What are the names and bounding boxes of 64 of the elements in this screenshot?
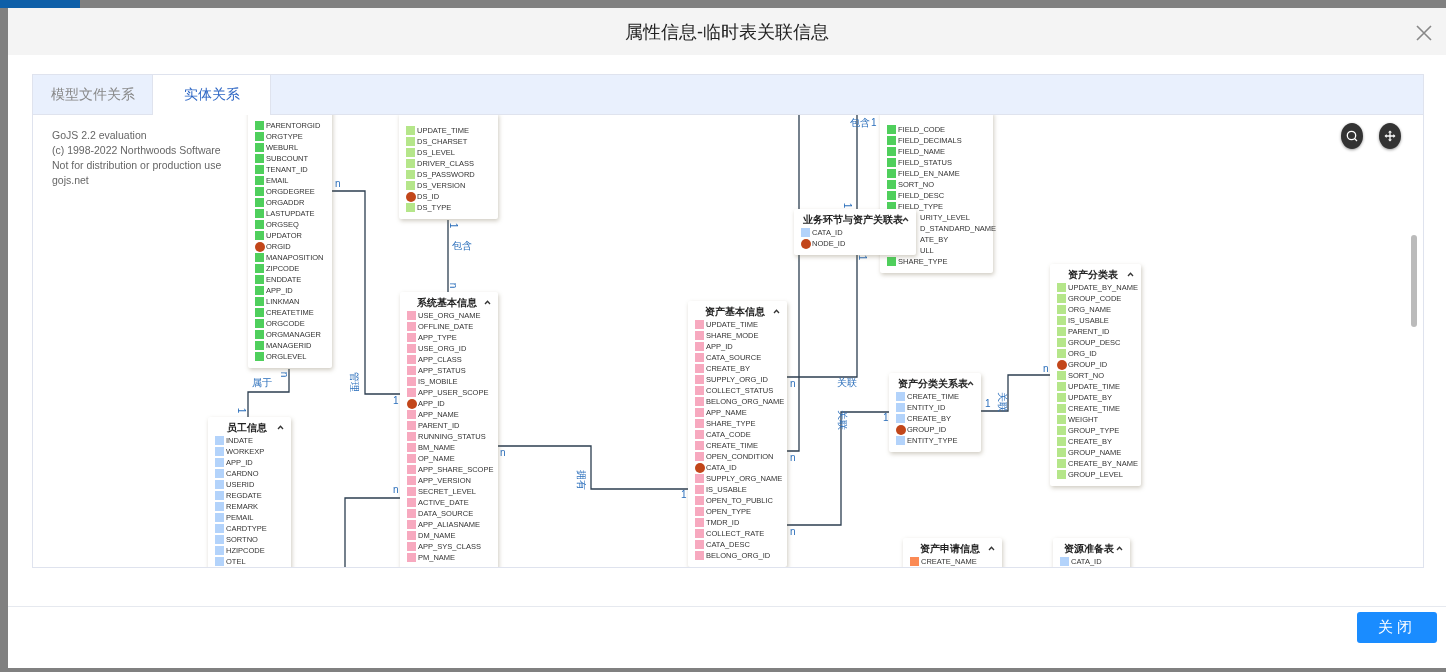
collapse-icon[interactable] [1127,272,1134,277]
node-title: 资源准备表 [1064,542,1114,556]
link-label: n [1043,364,1049,373]
table-node[interactable] [400,292,498,567]
collapse-icon[interactable] [277,425,284,430]
node-title: 资产基本信息 [705,305,765,319]
key-icon [695,462,705,473]
link-label: 1 [237,407,247,414]
link-label: 1 [883,413,889,422]
key-icon [1057,359,1067,370]
link-label: n [280,371,290,378]
search-icon [1346,130,1358,142]
link-label: n [500,448,506,457]
link-label: 关联 [997,391,1007,412]
node-title: 资产申请信息 [920,542,980,556]
collapse-icon[interactable] [967,381,974,386]
key-icon [255,241,265,252]
collapse-icon[interactable] [1116,546,1123,551]
table-node[interactable] [688,301,787,567]
node-title: 资产分类关系表 [897,377,968,391]
collapse-icon[interactable] [773,309,780,314]
scrollbar[interactable] [1411,235,1417,327]
link-label: 关联 [837,409,847,430]
link-label: 1 [843,202,853,209]
node-title: 系统基本信息 [416,296,477,310]
link-label: 管理 [349,371,359,392]
connector-line [344,497,401,567]
evaluation-notice: Not for distribution or production use [52,158,222,173]
collapse-icon[interactable] [988,546,995,551]
link-label: n [335,179,341,188]
link-label: n [449,282,459,289]
link-label: 1 [871,118,877,127]
link-label: 1 [449,222,459,229]
evaluation-notice: (c) 1998-2022 Northwoods Software [52,143,222,158]
node-title: 员工信息 [227,421,267,435]
link-label: 属于 [252,378,272,387]
move-icon [1384,130,1396,142]
link-label: n [393,485,399,494]
node-title: 资产分类表 [1068,268,1118,282]
evaluation-notice: GoJS 2.2 evaluation [52,128,148,143]
tab[interactable]: 实体关系 [152,75,271,115]
key-icon [801,238,811,249]
evaluation-notice: gojs.net [52,173,90,188]
link-label: 1 [985,399,991,408]
key-icon [407,398,417,409]
link-label: 1 [858,254,868,261]
connector-line [247,368,290,418]
link-label: n [790,527,796,536]
collapse-icon[interactable] [902,217,909,222]
link-label: 关联 [837,378,857,387]
link-label: 拥有 [576,469,586,490]
link-label: n [790,379,796,388]
move-button[interactable] [1379,123,1401,149]
zoom-button[interactable] [1341,123,1363,149]
link-label: n [790,453,796,462]
connector-line [980,374,1051,412]
close-icon[interactable] [1416,25,1432,41]
link-label: 1 [681,490,687,499]
link-label: 1 [393,396,399,405]
dialog-title: 属性信息-临时表关联信息 [625,20,829,44]
key-icon [406,191,416,202]
key-icon [896,424,906,435]
link-label: 包含 [452,241,472,250]
collapse-icon[interactable] [484,300,491,305]
